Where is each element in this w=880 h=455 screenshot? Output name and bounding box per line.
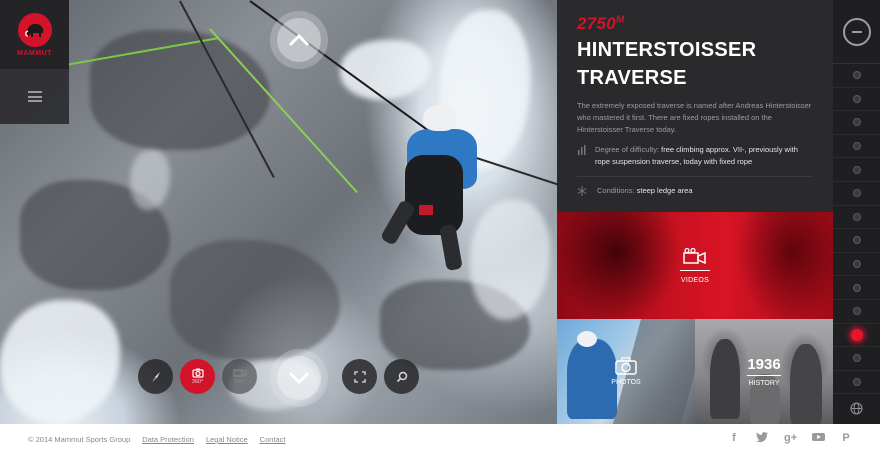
progress-dots <box>833 64 880 395</box>
progress-dot <box>852 378 861 387</box>
video-360-button[interactable]: 360° <box>222 359 257 394</box>
videos-tile[interactable]: VIDEOS <box>557 212 833 319</box>
progress-dot-row[interactable] <box>833 158 880 182</box>
progress-dot <box>852 118 861 127</box>
progress-dot-row[interactable] <box>833 64 880 88</box>
globe-icon <box>850 401 863 415</box>
progress-dot <box>852 307 861 316</box>
video-360-label: 360° <box>233 379 246 385</box>
bar-chart-icon <box>577 145 587 155</box>
search-button[interactable] <box>384 359 419 394</box>
fact-label: Conditions: <box>597 186 637 195</box>
history-tile[interactable]: 1936 HISTORY <box>695 319 833 424</box>
contact-link[interactable]: Contact <box>260 435 286 444</box>
altitude-value: 2750 <box>577 14 617 33</box>
progress-dot-row[interactable] <box>833 135 880 159</box>
videos-label: VIDEOS <box>680 276 710 284</box>
page-title: HINTERSTOISSER TRAVERSE <box>577 39 757 89</box>
progress-dot <box>852 165 861 174</box>
history-year: 1936 <box>747 356 781 376</box>
video-camera-icon <box>232 369 246 377</box>
progress-dot-row[interactable] <box>833 253 880 277</box>
chevron-up-icon <box>288 33 310 47</box>
altitude: 2750M <box>577 14 813 34</box>
progress-dot-row[interactable] <box>833 347 880 371</box>
progress-dot <box>852 142 861 151</box>
camera-icon <box>615 357 637 375</box>
chevron-down-icon <box>288 371 310 385</box>
photos-tile[interactable]: PHOTOS <box>557 319 695 424</box>
progress-dot-row[interactable] <box>833 371 880 395</box>
progress-dot-row[interactable] <box>833 206 880 230</box>
twitter-icon[interactable] <box>756 432 768 445</box>
progress-dot <box>852 236 861 245</box>
history-label: HISTORY <box>748 380 780 387</box>
mammut-logo[interactable]: MAMMUT <box>0 0 69 69</box>
progress-dot-row[interactable] <box>833 300 880 324</box>
fact-value: steep ledge area <box>636 186 693 195</box>
progress-dot <box>852 354 861 363</box>
description: The extremely exposed traverse is named … <box>577 101 812 134</box>
sidebar <box>833 0 880 424</box>
info-panel: 2750M HINTERSTOISSER TRAVERSE The extrem… <box>557 0 833 212</box>
copyright: © 2014 Mammut Sports Group <box>28 435 131 444</box>
climber <box>379 105 495 275</box>
progress-dot <box>852 71 861 80</box>
video-camera-icon <box>683 247 706 264</box>
compass-button[interactable] <box>138 359 173 394</box>
fullscreen-icon <box>353 370 366 383</box>
snowflake-icon <box>577 186 589 196</box>
photo-360-label: 360° <box>191 379 204 385</box>
compass-icon <box>151 371 160 382</box>
fact-label: Degree of difficulty: <box>595 145 662 154</box>
google-plus-icon[interactable]: g+ <box>784 432 797 445</box>
progress-dot-row[interactable] <box>833 111 880 135</box>
language-button[interactable] <box>833 392 880 424</box>
fact-conditions: Conditions: steep ledge area <box>577 177 813 205</box>
progress-dot <box>852 94 861 103</box>
facebook-icon[interactable]: f <box>728 432 740 445</box>
social-links: f g+ P <box>728 432 852 445</box>
youtube-icon[interactable] <box>812 432 825 445</box>
photo-360-button[interactable]: 360° <box>180 359 215 394</box>
zoom-out-button[interactable] <box>833 0 880 64</box>
minus-icon <box>842 17 871 46</box>
menu-button[interactable] <box>0 69 69 124</box>
progress-dot <box>852 283 861 292</box>
altitude-unit: M <box>616 14 625 26</box>
navigate-down-button[interactable] <box>270 349 328 407</box>
stage: MAMMUT 360° 360° 2750M HINTERSTOISSER TR… <box>0 0 880 424</box>
progress-dot <box>852 189 861 198</box>
navigate-up-button[interactable] <box>270 11 328 69</box>
progress-dot-active <box>850 328 863 341</box>
footer: © 2014 Mammut Sports Group Data Protecti… <box>0 424 880 455</box>
progress-dot-row[interactable] <box>833 324 880 348</box>
logo-text: MAMMUT <box>17 49 52 57</box>
hamburger-icon <box>27 91 42 102</box>
progress-dot <box>852 260 861 269</box>
legal-notice-link[interactable]: Legal Notice <box>206 435 248 444</box>
search-icon <box>396 371 407 382</box>
fullscreen-button[interactable] <box>342 359 377 394</box>
progress-dot-row[interactable] <box>833 229 880 253</box>
fact-difficulty: Degree of difficulty: free climbing appr… <box>577 136 813 177</box>
mammoth-icon <box>17 12 52 47</box>
progress-dot <box>852 212 861 221</box>
data-protection-link[interactable]: Data Protection <box>142 435 194 444</box>
camera-icon <box>191 368 204 378</box>
photos-label: PHOTOS <box>611 379 641 386</box>
progress-dot-row[interactable] <box>833 88 880 112</box>
pinterest-icon[interactable]: P <box>840 432 852 445</box>
progress-dot-row[interactable] <box>833 276 880 300</box>
progress-dot-row[interactable] <box>833 182 880 206</box>
